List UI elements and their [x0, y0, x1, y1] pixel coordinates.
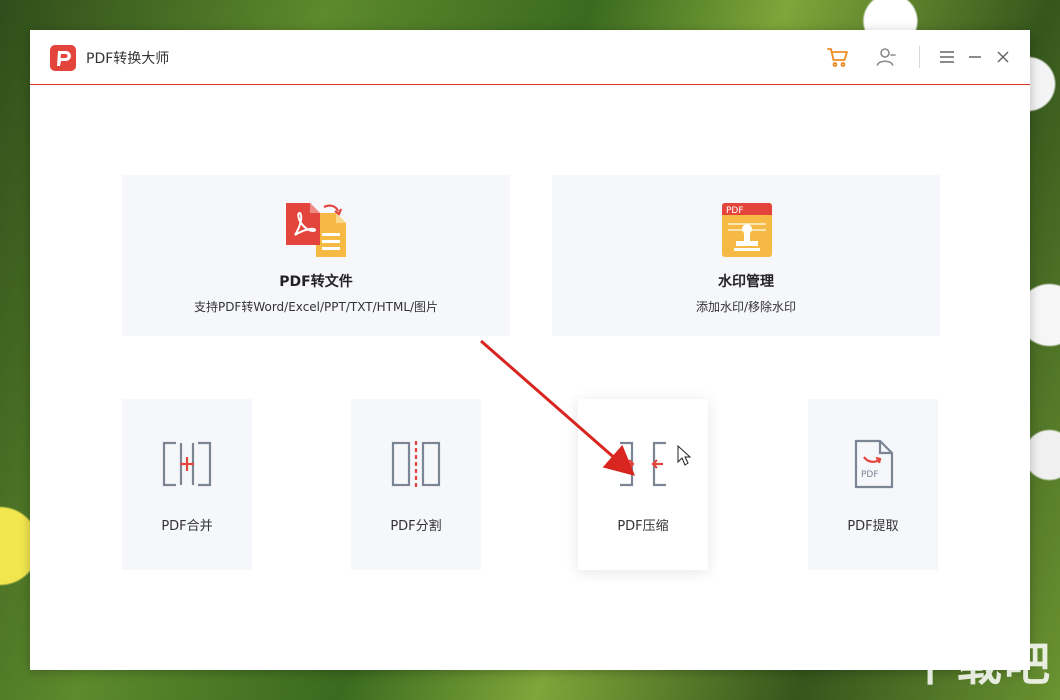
menu-icon[interactable] [935, 45, 959, 69]
compress-icon [618, 439, 668, 489]
tool-card-extract[interactable]: PDF PDF提取 [808, 399, 938, 570]
watermark-card[interactable]: PDF 水印管理 添加水印/移除水印 [552, 175, 940, 336]
cart-icon[interactable] [826, 45, 850, 69]
close-icon[interactable] [991, 45, 1015, 69]
minimize-icon[interactable] [963, 45, 987, 69]
card-title: 水印管理 [718, 274, 774, 290]
tool-card-split[interactable]: PDF分割 [351, 399, 481, 570]
titlebar-divider [919, 46, 920, 68]
pdf-to-file-icon [284, 201, 350, 259]
merge-icon [162, 439, 212, 489]
app-title: PDF转换大师 [86, 51, 170, 67]
user-icon[interactable] [874, 45, 898, 69]
tool-label: PDF合并 [161, 519, 213, 534]
tool-label: PDF压缩 [617, 519, 669, 534]
watermark-stamp-icon: PDF [714, 201, 780, 259]
tool-card-merge[interactable]: PDF合并 [122, 399, 252, 570]
app-window: PDF转换大师 PDF转文件 支持PDF转Word/Excel/PPT/TXT/… [30, 30, 1030, 670]
extract-badge-text: PDF [861, 470, 879, 480]
pdf-logo-icon [50, 45, 76, 71]
card-description: 支持PDF转Word/Excel/PPT/TXT/HTML/图片 [193, 300, 439, 314]
tool-card-compress[interactable]: PDF压缩 [578, 399, 708, 570]
card-title: PDF转文件 [279, 274, 353, 290]
title-bar: PDF转换大师 [30, 30, 1030, 85]
card-description: 添加水印/移除水印 [695, 300, 797, 314]
split-icon [391, 439, 441, 489]
extract-icon: PDF [848, 439, 898, 489]
pdf-to-file-card[interactable]: PDF转文件 支持PDF转Word/Excel/PPT/TXT/HTML/图片 [122, 175, 510, 336]
watermark-badge-text: PDF [726, 206, 744, 216]
tool-label: PDF提取 [847, 519, 899, 534]
site-watermark: 下载吧 [908, 637, 1052, 691]
tool-label: PDF分割 [390, 519, 442, 534]
